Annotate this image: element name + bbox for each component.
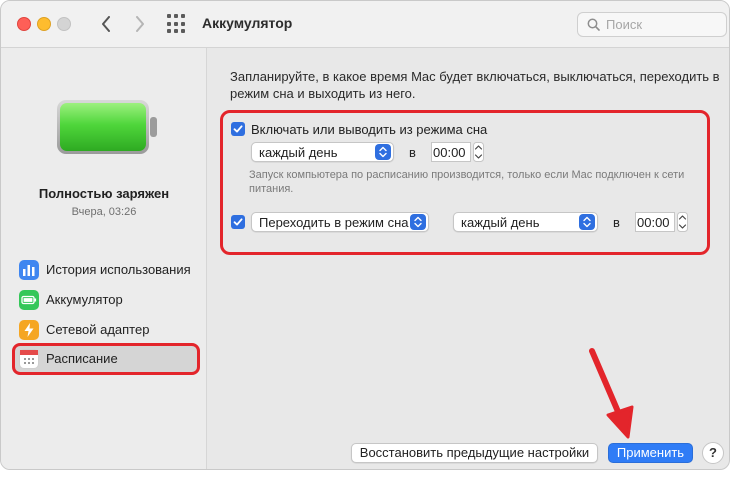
search-field[interactable]: Поиск xyxy=(577,12,727,37)
chevron-up-down-icon xyxy=(410,214,426,230)
highlight-annotation xyxy=(12,343,200,375)
battery-timestamp: Вчера, 03:26 xyxy=(71,206,137,218)
sleep-at-label: в xyxy=(613,215,620,230)
chevron-up-down-icon xyxy=(375,144,391,160)
wake-checkbox-label: Включать или выводить из режима сна xyxy=(251,122,488,137)
wake-time-value: 00:00 xyxy=(433,145,466,160)
wake-time-field[interactable]: 00:00 xyxy=(431,142,471,162)
search-placeholder: Поиск xyxy=(606,17,643,32)
minimize-window-button[interactable] xyxy=(37,17,51,31)
checkmark-icon xyxy=(233,218,243,226)
sidebar-item-label: История использования xyxy=(46,262,191,277)
sleep-time-value: 00:00 xyxy=(637,215,670,230)
red-arrow-annotation-icon xyxy=(589,348,634,439)
bar-chart-icon xyxy=(19,260,39,280)
chevron-left-icon xyxy=(102,16,110,32)
chevron-up-down-icon xyxy=(579,214,595,230)
lightning-icon xyxy=(19,320,39,340)
sleep-time-field[interactable]: 00:00 xyxy=(635,212,675,232)
forward-button[interactable] xyxy=(129,11,151,37)
sidebar: Полностью заряжен Вчера, 03:26 История и… xyxy=(1,48,207,469)
sleep-checkbox[interactable] xyxy=(231,215,245,229)
apply-button[interactable]: Применить xyxy=(608,443,693,463)
restore-defaults-button[interactable]: Восстановить предыдущие настройки xyxy=(351,443,598,463)
sleep-day-popup[interactable]: каждый день xyxy=(453,212,598,232)
schedule-description: Запланируйте, в какое время Mac будет вк… xyxy=(230,69,720,101)
sleep-time-stepper[interactable] xyxy=(677,212,688,232)
search-icon xyxy=(587,18,600,31)
help-button[interactable]: ? xyxy=(702,442,724,464)
battery-full-icon xyxy=(57,100,157,154)
schedule-pane: Запланируйте, в какое время Mac будет вк… xyxy=(208,48,729,469)
wake-at-label: в xyxy=(409,145,416,160)
sleep-day-value: каждый день xyxy=(461,215,540,230)
sleep-action-popup[interactable]: Переходить в режим сна xyxy=(251,212,429,232)
chevron-right-icon xyxy=(136,16,144,32)
sidebar-item-label: Аккумулятор xyxy=(46,292,123,307)
battery-icon xyxy=(19,290,39,310)
sidebar-item-usage-history[interactable]: История использования xyxy=(13,256,197,284)
sidebar-item-battery[interactable]: Аккумулятор xyxy=(13,286,197,314)
checkmark-icon xyxy=(233,125,243,133)
sleep-action-value: Переходить в режим сна xyxy=(259,215,409,230)
close-window-button[interactable] xyxy=(17,17,31,31)
wake-day-popup[interactable]: каждый день xyxy=(251,142,394,162)
wake-checkbox[interactable] xyxy=(231,122,245,136)
sidebar-item-power-adapter[interactable]: Сетевой адаптер xyxy=(13,316,197,344)
titlebar: Аккумулятор Поиск xyxy=(1,1,729,48)
sidebar-item-label: Сетевой адаптер xyxy=(46,322,150,337)
wake-time-stepper[interactable] xyxy=(473,142,484,162)
battery-status: Полностью заряжен xyxy=(38,186,170,201)
show-all-grid-icon[interactable] xyxy=(167,14,187,34)
back-button[interactable] xyxy=(95,11,117,37)
zoom-window-button[interactable] xyxy=(57,17,71,31)
schedule-note: Запуск компьютера по расписанию производ… xyxy=(249,169,685,195)
window-title: Аккумулятор xyxy=(202,15,293,31)
wake-day-value: каждый день xyxy=(259,145,338,160)
